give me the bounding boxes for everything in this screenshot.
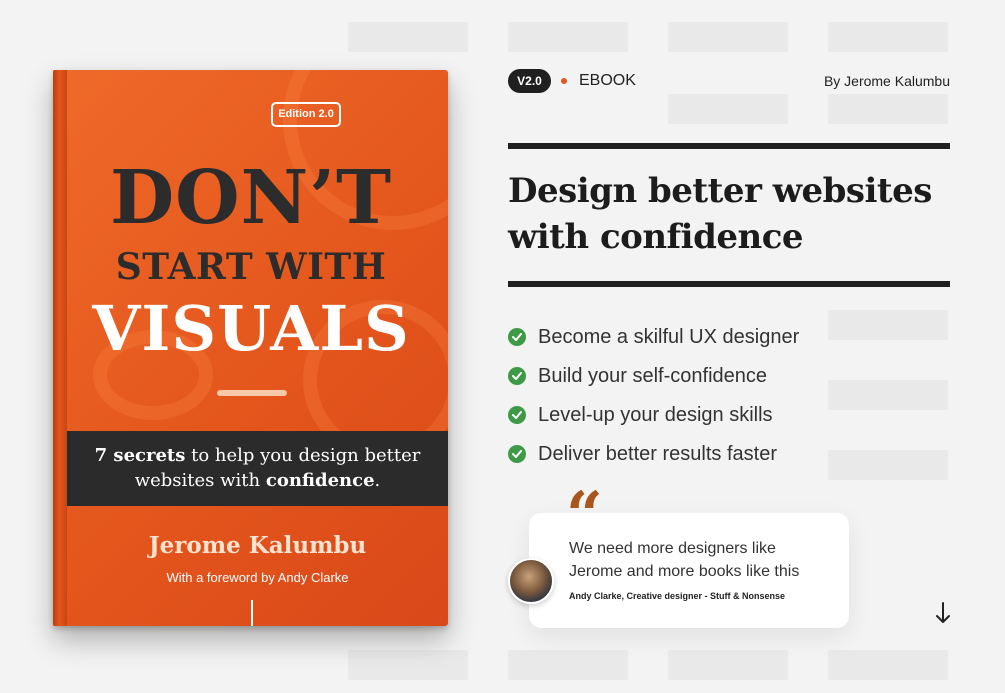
book-tagline-line-1: 7 secrets to help you design better bbox=[94, 445, 421, 466]
benefit-label: Build your self-confidence bbox=[538, 364, 768, 387]
book-tagline-band: 7 secrets to help you design better webs… bbox=[67, 431, 448, 506]
avatar bbox=[508, 558, 554, 604]
quote-mark-icon: “ bbox=[566, 478, 603, 553]
check-circle-icon bbox=[508, 406, 526, 424]
check-circle-icon bbox=[508, 328, 526, 346]
separator-dot bbox=[561, 78, 567, 84]
benefit-item: Build your self-confidence bbox=[508, 363, 767, 389]
version-badge: V2.0 bbox=[508, 69, 551, 93]
book-foreword: With a foreword by Andy Clarke bbox=[166, 570, 349, 585]
testimonial-quote: We need more designers like Jerome and m… bbox=[569, 540, 800, 580]
book-bookmark-line bbox=[251, 600, 253, 626]
headline-line-2: with confidence bbox=[508, 217, 804, 257]
product-type: EBOOK bbox=[579, 72, 636, 89]
book-title-line-3: VISUALS bbox=[92, 292, 410, 365]
edition-badge: Edition 2.0 bbox=[271, 102, 341, 127]
check-circle-icon bbox=[508, 445, 526, 463]
book-cover: Edition 2.0 DON’T START WITH VISUALS 7 s… bbox=[53, 70, 448, 626]
byline: By Jerome Kalumbu bbox=[823, 73, 950, 89]
book-spine bbox=[53, 70, 67, 626]
book-divider bbox=[217, 390, 287, 396]
testimonial-attribution: Andy Clarke, Creative designer - Stuff &… bbox=[569, 591, 786, 601]
book-author: Jerome Kalumbu bbox=[148, 532, 367, 559]
divider-top bbox=[508, 143, 950, 149]
benefit-item: Level-up your design skills bbox=[508, 402, 773, 428]
benefit-label: Level-up your design skills bbox=[538, 403, 773, 426]
book-tagline-line-2: websites with confidence. bbox=[134, 470, 381, 491]
divider-bottom bbox=[508, 281, 950, 287]
book-title-line-2: START WITH bbox=[115, 246, 387, 288]
benefit-item: Become a skilful UX designer bbox=[508, 324, 799, 350]
book-title-line-1: DON’T bbox=[109, 155, 393, 241]
benefit-label: Deliver better results faster bbox=[538, 442, 777, 465]
check-circle-icon bbox=[508, 367, 526, 385]
page-headline: Design better websites with confidence bbox=[508, 168, 958, 260]
benefit-label: Become a skilful UX designer bbox=[538, 325, 800, 348]
benefit-item: Deliver better results faster bbox=[508, 441, 777, 467]
headline-line-1: Design better websites bbox=[508, 171, 932, 211]
arrow-down-icon[interactable] bbox=[933, 600, 953, 626]
product-meta: V2.0 EBOOK By Jerome Kalumbu bbox=[508, 68, 950, 94]
